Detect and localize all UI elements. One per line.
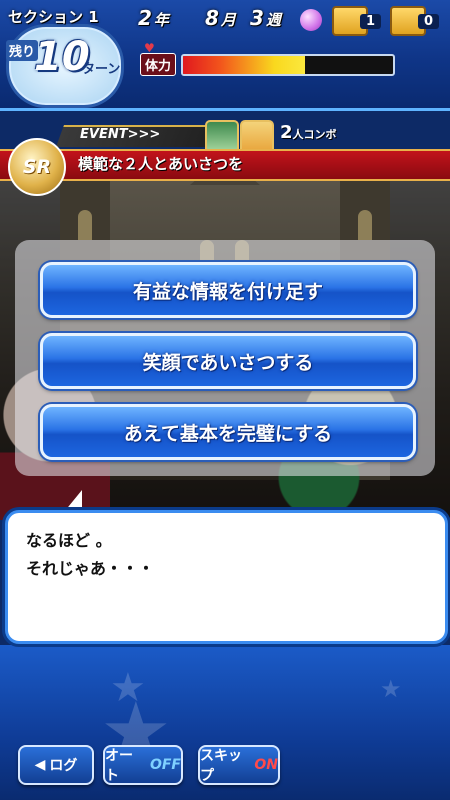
skip-toggle-button[interactable]: スキップ ON (198, 745, 280, 785)
event-tag: EVENT>>> (80, 127, 161, 142)
event-banner: EVENT>>> 2人コンボ 模範な２人とあいさつを SR (0, 120, 450, 196)
combo-indicator: 2人コンボ (280, 122, 337, 143)
dialogue-line-2: それじゃあ・・・ (26, 559, 155, 578)
dialogue-box[interactable]: なるほど 。 それじゃあ・・・ (5, 510, 448, 644)
stamina-fill (183, 56, 305, 74)
section-label: セクション 1 (8, 8, 99, 26)
turn-unit: ターン (82, 62, 121, 77)
left-arrow-icon: ◀ (34, 757, 46, 773)
dialogue-line-1: なるほど 。 (26, 531, 112, 550)
star-icon: ★ (380, 675, 402, 703)
log-button[interactable]: ◀ ログ (18, 745, 94, 785)
year-display: 2年 (138, 6, 169, 30)
stamina-bar (181, 54, 395, 76)
choice-button-2[interactable]: 笑顔であいさつする (40, 333, 416, 389)
auto-toggle-button[interactable]: オート OFF (103, 745, 183, 785)
sr-rarity-badge: SR (8, 138, 66, 196)
week-display: 3週 (250, 6, 281, 30)
silver-chest-count: 1 (360, 14, 382, 29)
gold-chest-count: 0 (418, 14, 440, 29)
pink-orb-icon[interactable] (300, 9, 322, 31)
top-hud: セクション 1 残り 10 ターン 2年 8月 3週 1 0 ♥ 体力 (0, 0, 450, 111)
month-display: 8月 (205, 6, 236, 30)
choice-button-1[interactable]: 有益な情報を付け足す (40, 262, 416, 318)
choice-button-3[interactable]: あえて基本を完璧にする (40, 404, 416, 460)
event-title: 模範な２人とあいさつを (78, 155, 244, 173)
stamina-label: 体力 (140, 53, 177, 76)
